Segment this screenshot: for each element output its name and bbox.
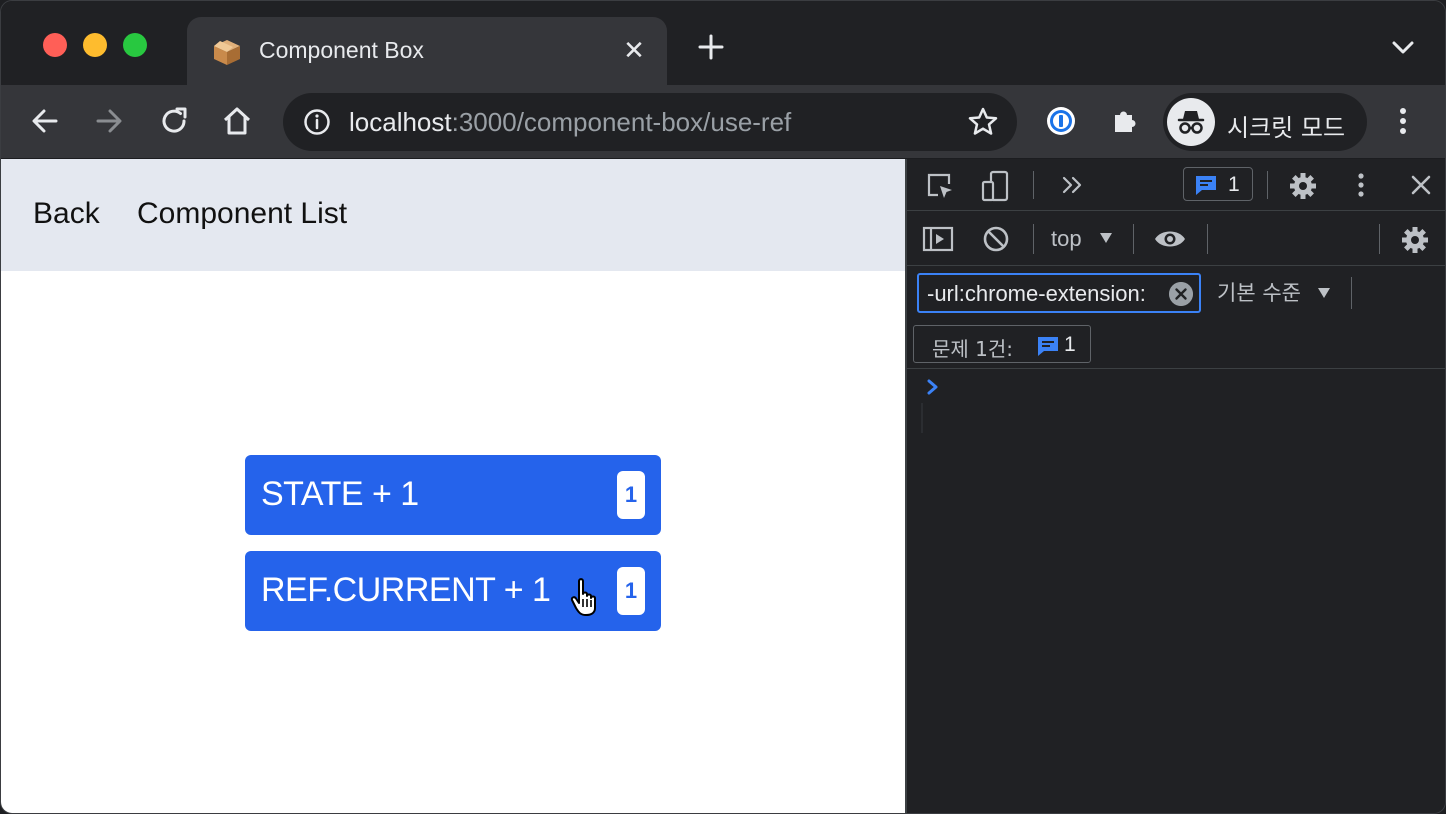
toolbar-divider — [1379, 224, 1380, 254]
minimize-window-button[interactable] — [83, 33, 107, 57]
box-icon — [214, 40, 240, 65]
close-devtools-icon[interactable] — [1407, 171, 1435, 199]
star-icon[interactable] — [967, 106, 999, 138]
ref-button-label: REF.CURRENT + 1 — [261, 571, 551, 609]
devtools-panel: 1 top -url:chrome-extension: 기본 수준 문제 1건… — [905, 159, 1445, 813]
tab-close-icon[interactable]: ✕ — [621, 35, 647, 65]
forward-arrow-icon[interactable] — [91, 103, 127, 139]
issues-count-number: 1 — [1064, 333, 1076, 356]
more-vertical-icon[interactable] — [1385, 103, 1421, 139]
device-toolbar-icon[interactable] — [979, 169, 1011, 203]
url-path: :3000/component-box/use-ref — [451, 107, 792, 137]
toolbar-divider — [1133, 224, 1134, 254]
live-expression-eye-icon[interactable] — [1153, 224, 1187, 254]
url-host: localhost — [349, 107, 452, 137]
tab-title: Component Box — [259, 37, 424, 63]
clear-filter-icon[interactable] — [1169, 282, 1193, 306]
hand-pointer-cursor-icon — [570, 578, 596, 616]
console-prompt-chevron-icon[interactable] — [925, 377, 941, 397]
console-filter-input[interactable]: -url:chrome-extension: — [917, 273, 1201, 313]
incognito-label: 시크릿 모드 — [1227, 114, 1346, 142]
page-nav: Back Component List — [1, 159, 905, 271]
incognito-profile-button[interactable]: 시크릿 모드 — [1163, 93, 1367, 151]
issues-badge-count: 1 — [1228, 173, 1240, 196]
maximize-window-button[interactable] — [123, 33, 147, 57]
message-icon — [1038, 337, 1058, 356]
home-icon[interactable] — [219, 103, 255, 139]
sidebar-toggle-icon[interactable] — [921, 224, 955, 254]
tab-component-box[interactable]: Component Box ✕ — [187, 17, 667, 85]
back-arrow-icon[interactable] — [27, 103, 63, 139]
toolbar-divider — [1033, 171, 1034, 199]
reload-icon[interactable] — [156, 103, 192, 139]
toolbar-divider — [1267, 171, 1268, 199]
issues-count-button[interactable]: 문제 1건: 1 — [913, 325, 1091, 363]
close-window-button[interactable] — [43, 33, 67, 57]
incognito-icon — [1167, 98, 1215, 146]
state-button-label: STATE + 1 — [261, 475, 419, 513]
settings-gear-icon[interactable] — [1287, 170, 1319, 202]
console-filter-row: -url:chrome-extension: 기본 수준 — [907, 267, 1445, 319]
state-count-badge: 1 — [617, 471, 645, 519]
console-input-line[interactable] — [921, 403, 923, 433]
web-page: Back Component List STATE + 1 1 REF.CURR… — [1, 159, 905, 813]
toolbar-divider — [1351, 277, 1352, 309]
filter-value: -url:chrome-extension: — [927, 281, 1146, 306]
chevron-down-icon[interactable] — [1389, 37, 1417, 57]
tab-strip: Component Box ✕ — [1, 1, 1445, 85]
issues-row: 문제 1건: 1 — [907, 319, 1445, 369]
more-tabs-chevron-icon[interactable] — [1059, 173, 1085, 197]
state-increment-button[interactable]: STATE + 1 1 — [245, 455, 661, 535]
info-icon[interactable] — [303, 108, 331, 136]
issues-badge[interactable]: 1 — [1183, 167, 1253, 201]
console-settings-gear-icon[interactable] — [1399, 224, 1431, 256]
browser-toolbar: localhost:3000/component-box/use-ref 시크릿… — [1, 85, 1445, 159]
toolbar-divider — [1207, 224, 1208, 254]
context-selector[interactable]: top — [1051, 226, 1082, 252]
password-manager-icon[interactable] — [1043, 103, 1079, 139]
caret-down-icon[interactable] — [1099, 232, 1113, 244]
inspect-element-icon[interactable] — [925, 171, 955, 201]
component-list-link[interactable]: Component List — [137, 197, 347, 231]
extensions-puzzle-icon[interactable] — [1107, 103, 1143, 139]
url-text[interactable]: localhost:3000/component-box/use-ref — [349, 107, 791, 138]
new-tab-icon[interactable] — [695, 31, 727, 63]
browser-window: Component Box ✕ localhost:3000/component… — [0, 0, 1446, 814]
issues-count-label: 문제 1건: — [932, 337, 1014, 361]
back-link[interactable]: Back — [33, 197, 100, 231]
ref-count-badge: 1 — [617, 567, 645, 615]
devtools-more-icon[interactable] — [1351, 171, 1371, 199]
caret-down-icon[interactable] — [1317, 287, 1331, 299]
devtools-main-toolbar: 1 — [907, 159, 1445, 211]
message-icon — [1196, 176, 1216, 195]
log-levels-dropdown[interactable]: 기본 수준 — [1217, 277, 1301, 307]
clear-console-icon[interactable] — [981, 224, 1011, 254]
toolbar-divider — [1033, 224, 1034, 254]
address-bar[interactable]: localhost:3000/component-box/use-ref — [283, 93, 1017, 151]
console-toolbar: top — [907, 212, 1445, 266]
